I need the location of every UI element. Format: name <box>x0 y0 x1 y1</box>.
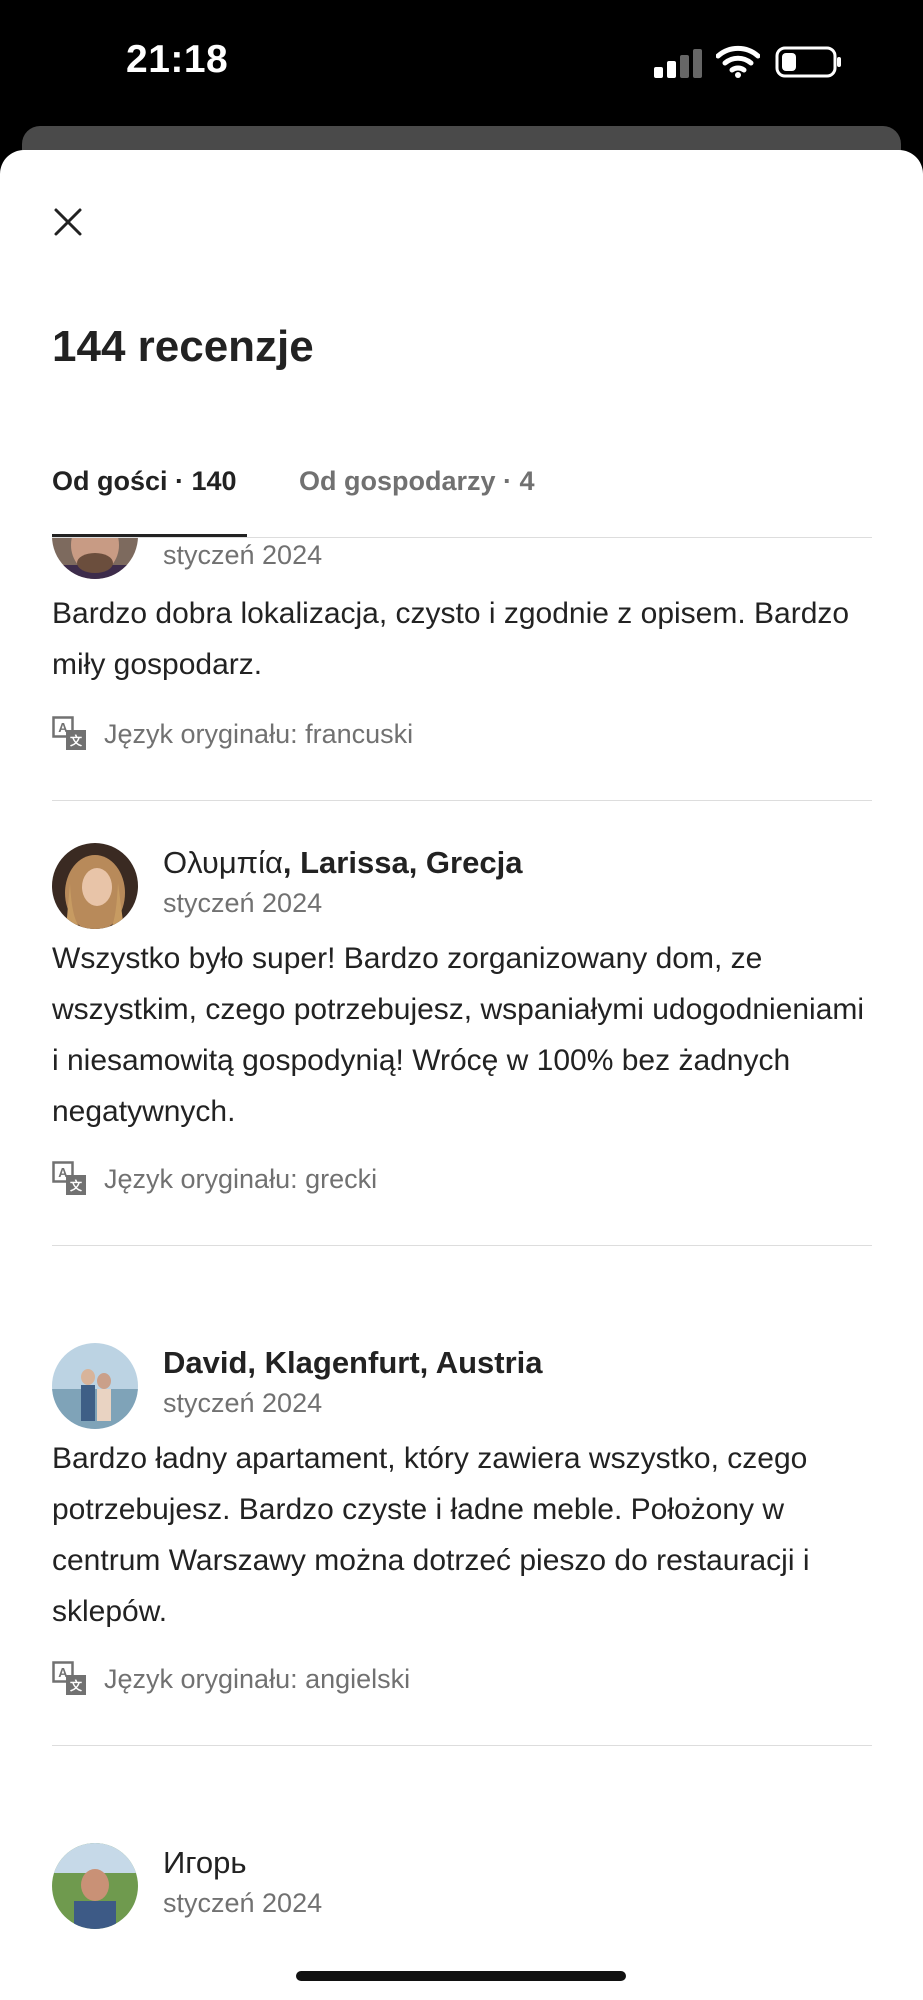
close-icon <box>54 208 82 236</box>
original-language-label: Język oryginału: francuski <box>104 718 414 749</box>
svg-text:文: 文 <box>70 733 83 748</box>
review-date: styczeń 2024 <box>163 888 323 918</box>
avatar <box>52 1343 138 1429</box>
avatar <box>52 843 138 929</box>
review-date: styczeń 2024 <box>163 1388 323 1418</box>
review-text: Wszystko było super! Bardzo zorganizowan… <box>52 942 865 1128</box>
avatar <box>52 538 138 579</box>
status-bar: 21:18 <box>0 0 923 125</box>
tab-hosts[interactable]: Od gospodarzy · 4 <box>299 466 535 497</box>
tabs: Od gości · 140 Od gospodarzy · 4 <box>52 466 872 522</box>
avatar <box>52 1843 138 1929</box>
svg-text:文: 文 <box>70 1678 83 1693</box>
review-divider <box>52 1245 872 1246</box>
review-text: Bardzo ładny apartament, który zawiera w… <box>52 1442 810 1628</box>
wifi-icon <box>716 45 760 78</box>
original-language-label: Język oryginału: grecki <box>104 1163 378 1194</box>
reviewer-name: Ολυμπία, Larissa, Grecja <box>163 845 523 880</box>
translate-icon: A 文 <box>52 716 86 750</box>
original-language: A 文 Język oryginału: francuski <box>52 714 413 754</box>
review-divider <box>52 800 872 801</box>
page-title: 144 recenzje <box>52 322 314 371</box>
original-language-label: Język oryginału: angielski <box>104 1663 411 1694</box>
reviews-list[interactable]: styczeń 2024 Bardzo dobra lokalizacja, c… <box>0 538 923 2000</box>
tab-guests[interactable]: Od gości · 140 <box>52 466 237 497</box>
battery-icon <box>775 46 841 78</box>
reviews-sheet: 144 recenzje Od gości · 140 Od gospodarz… <box>0 150 923 2000</box>
original-language: A 文 Język oryginału: angielski <box>52 1659 410 1699</box>
reviewer-name: David, Klagenfurt, Austria <box>163 1345 543 1380</box>
original-language: A 文 Język oryginału: grecki <box>52 1159 377 1199</box>
home-indicator[interactable] <box>296 1971 626 1981</box>
review-date: styczeń 2024 <box>163 540 323 570</box>
reviewer-name: Игорь <box>163 1845 247 1880</box>
svg-text:文: 文 <box>70 1178 83 1193</box>
translate-icon: A 文 <box>52 1161 86 1195</box>
review-date: styczeń 2024 <box>163 1888 323 1918</box>
translate-icon: A 文 <box>52 1661 86 1695</box>
active-tab-indicator <box>52 534 247 537</box>
review-divider <box>52 1745 872 1746</box>
review-text: Bardzo dobra lokalizacja, czysto i zgodn… <box>52 597 850 681</box>
close-button[interactable] <box>44 198 92 246</box>
cellular-signal-icon <box>654 48 702 78</box>
status-time: 21:18 <box>126 38 229 81</box>
